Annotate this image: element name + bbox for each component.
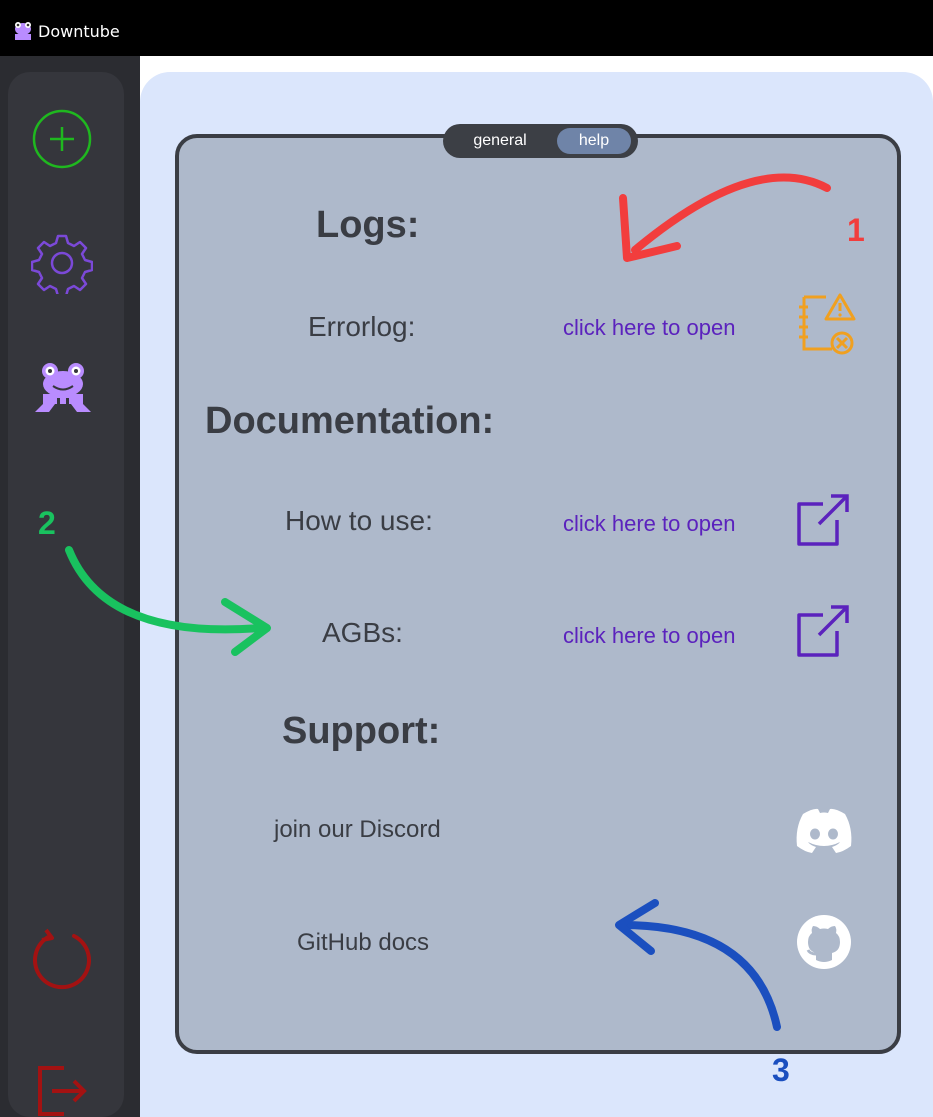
howto-label: How to use: (285, 505, 433, 536)
support-heading: Support: (282, 710, 441, 752)
discord-icon[interactable] (793, 806, 855, 856)
title-bar: Downtube (0, 0, 933, 56)
tab-help[interactable]: help (557, 128, 631, 154)
annotation-number-3: 3 (772, 1052, 790, 1088)
tab-general[interactable]: general (455, 128, 545, 154)
frog-help-icon[interactable] (33, 360, 93, 416)
frog-app-icon (15, 22, 31, 40)
agbs-link[interactable]: click here to open (563, 623, 735, 649)
external-link-icon[interactable] (795, 603, 853, 659)
github-icon[interactable] (796, 914, 852, 970)
documentation-heading: Documentation: (205, 400, 495, 442)
logs-heading: Logs: (316, 204, 420, 246)
add-button[interactable] (31, 108, 93, 170)
agbs-label: AGBs: (322, 617, 403, 648)
errorlog-link[interactable]: click here to open (563, 315, 735, 341)
tab-switcher: general help (443, 124, 638, 158)
errorlog-label: Errorlog: (308, 311, 416, 342)
howto-link[interactable]: click here to open (563, 511, 735, 537)
github-label[interactable]: GitHub docs (297, 929, 429, 957)
reload-icon[interactable] (28, 926, 96, 994)
discord-label[interactable]: join our Discord (274, 816, 441, 844)
external-link-icon[interactable] (795, 492, 853, 548)
annotation-number-2: 2 (38, 505, 56, 541)
errorlog-warning-icon[interactable] (796, 291, 858, 361)
logout-icon[interactable] (34, 1064, 90, 1117)
green-arrow-annotation (65, 546, 271, 656)
blue-arrow-annotation (615, 899, 781, 1031)
settings-gear-icon[interactable] (31, 232, 93, 294)
window-title: Downtube (38, 22, 120, 41)
annotation-number-1: 1 (847, 212, 865, 248)
red-arrow-annotation (619, 173, 831, 262)
